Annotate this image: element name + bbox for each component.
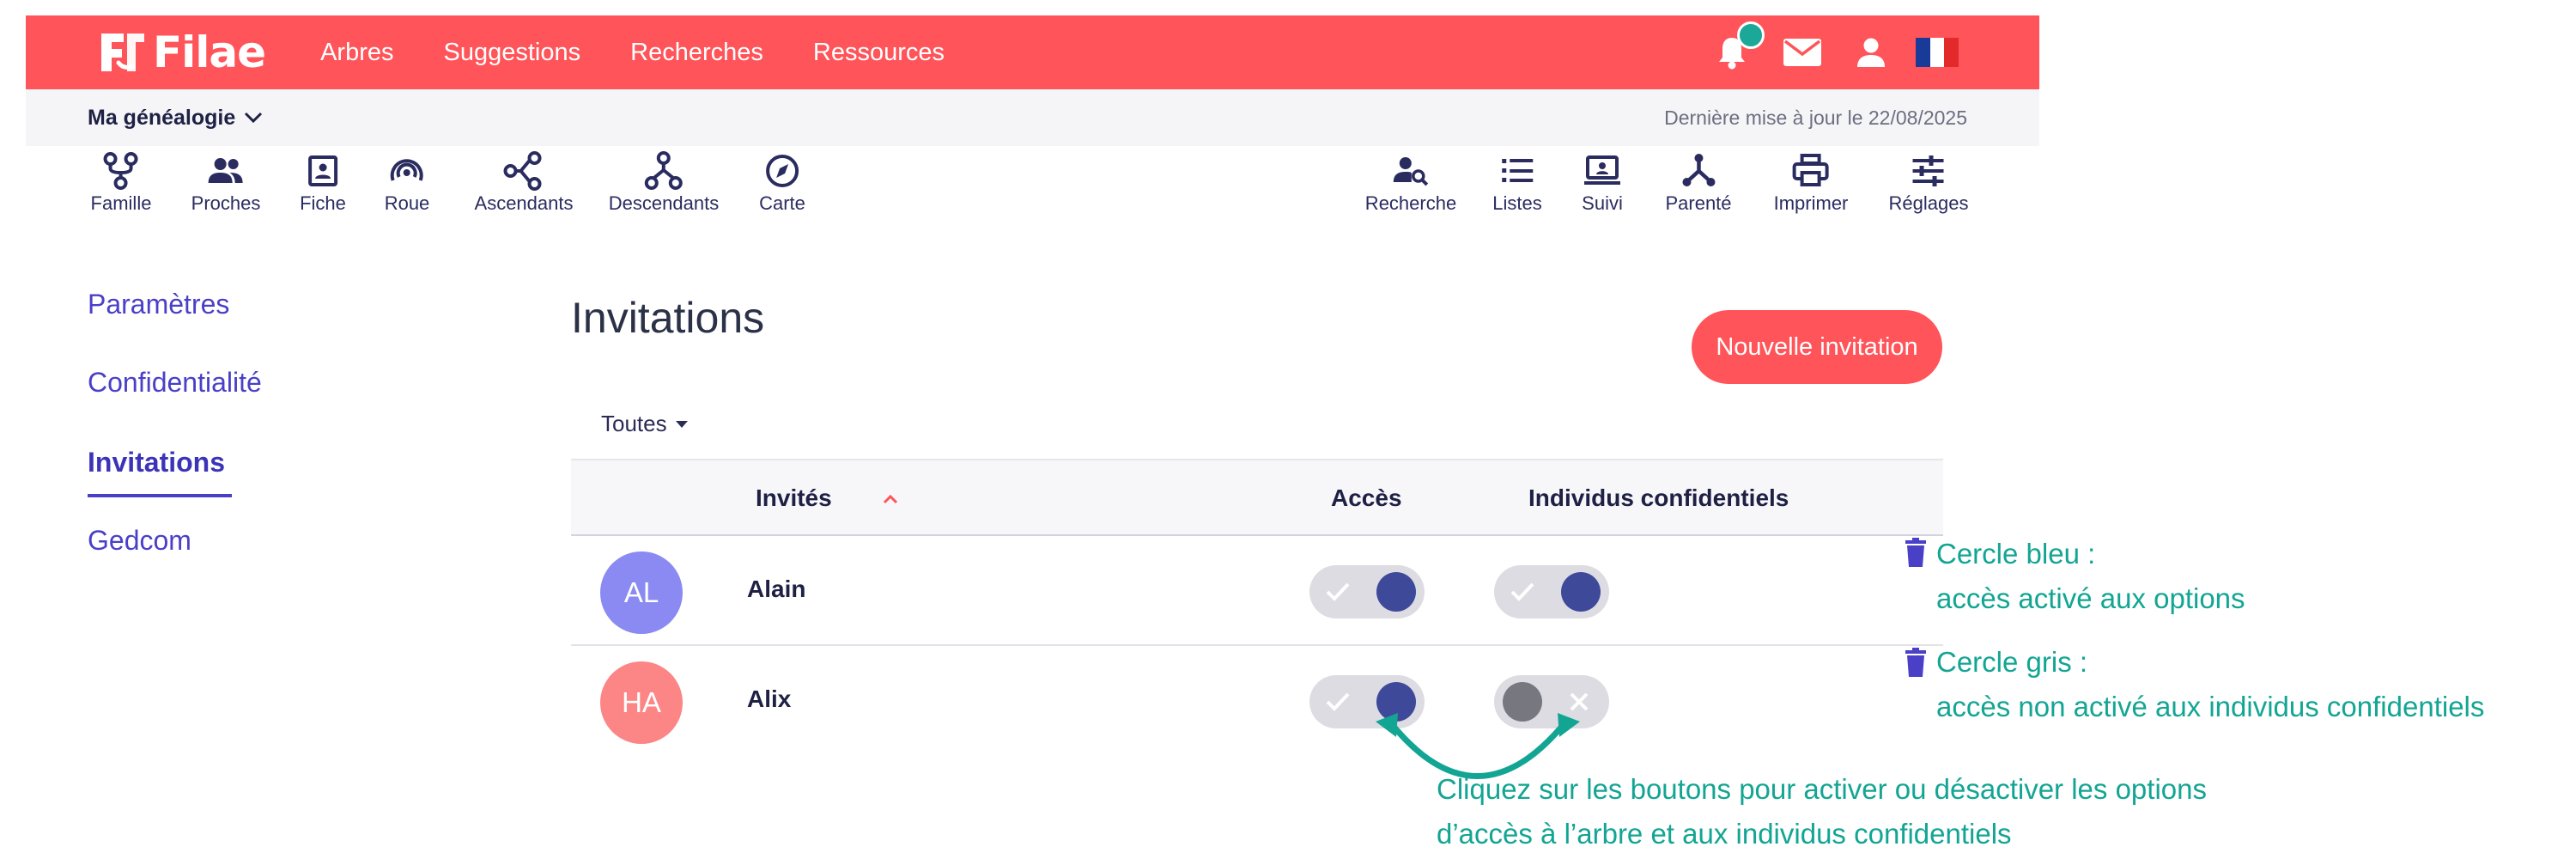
tool-descendants[interactable]: Descendants — [609, 149, 719, 215]
tree-selector[interactable]: Ma généalogie — [88, 106, 263, 131]
access-toggle[interactable] — [1309, 565, 1425, 618]
tool-suivi[interactable]: Suivi — [1581, 149, 1624, 215]
chevron-down-icon — [245, 112, 263, 124]
annotation-click-line2: d’accès à l’arbre et aux individus confi… — [1437, 818, 2012, 850]
tool-label: Imprimer — [1773, 192, 1849, 214]
tool-label: Fiche — [300, 192, 346, 214]
sidebar-item-parametres[interactable]: Paramètres — [88, 289, 229, 320]
main-nav: Arbres Suggestions Recherches Ressources — [320, 39, 994, 67]
monitor-icon — [1584, 155, 1620, 185]
invitations-table: Invités Accès Individus confidentiels AL… — [571, 459, 1943, 754]
tool-label: Ascendants — [474, 192, 574, 214]
toggle-knob — [1561, 572, 1601, 612]
nav-ressources[interactable]: Ressources — [813, 39, 945, 67]
kinship-icon — [1682, 154, 1715, 186]
user-icon[interactable] — [1856, 37, 1886, 68]
tool-carte[interactable]: Carte — [759, 149, 805, 215]
trash-icon[interactable] — [1905, 648, 1927, 677]
avatar: HA — [600, 661, 683, 744]
last-update-text: Dernière mise à jour le 22/08/2025 — [1664, 106, 1967, 129]
active-item-underline — [88, 494, 232, 497]
trash-icon[interactable] — [1905, 538, 1927, 567]
tree-tools-row: Famille Proches Fiche Roue Ascendants De… — [26, 146, 2039, 232]
wheel-icon — [391, 159, 423, 181]
nav-arbres[interactable]: Arbres — [320, 39, 393, 67]
annotation-grey-desc: accès non activé aux individus confident… — [1936, 691, 2485, 722]
tool-label: Listes — [1492, 192, 1542, 214]
tool-recherche[interactable]: Recherche — [1365, 149, 1456, 215]
tree-selector-label: Ma généalogie — [88, 105, 236, 130]
page-title: Invitations — [571, 294, 765, 342]
tree-subbar: Ma généalogie Dernière mise à jour le 22… — [26, 89, 2039, 146]
annotation-blue-title: Cercle bleu : — [1936, 538, 2096, 570]
compass-icon — [765, 155, 799, 187]
annotation-blue-desc: accès activé aux options — [1936, 582, 2245, 614]
profile-card-icon — [307, 155, 337, 186]
tool-label: Recherche — [1364, 192, 1457, 214]
guest-name: Alix — [747, 685, 792, 712]
tool-label: Carte — [759, 192, 805, 214]
tool-fiche[interactable]: Fiche — [300, 149, 346, 215]
tool-listes[interactable]: Listes — [1492, 149, 1542, 215]
filter-label: Toutes — [601, 411, 667, 436]
top-navigation-bar: Filae Arbres Suggestions Recherches Ress… — [26, 15, 2039, 89]
table-header: Invités Accès Individus confidentiels — [571, 459, 1943, 536]
tool-famille[interactable]: Famille — [90, 149, 152, 215]
filae-logo[interactable]: Filae — [98, 27, 266, 77]
table-row: AL Alain — [571, 536, 1943, 646]
sidebar-item-confidentialite[interactable]: Confidentialité — [88, 367, 262, 399]
caret-down-icon — [675, 420, 688, 428]
column-header-guests[interactable]: Invités — [756, 484, 832, 512]
toggle-knob — [1376, 572, 1416, 612]
tool-roue[interactable]: Roue — [384, 149, 430, 215]
new-invitation-button[interactable]: Nouvelle invitation — [1692, 310, 1942, 384]
tool-imprimer[interactable]: Imprimer — [1773, 149, 1849, 215]
annotation-grey-title: Cercle gris : — [1936, 646, 2088, 678]
nav-recherches[interactable]: Recherches — [630, 39, 763, 67]
tool-proches[interactable]: Proches — [191, 149, 261, 215]
french-flag-icon[interactable] — [1916, 38, 1959, 67]
person-search-icon — [1393, 157, 1429, 186]
avatar: AL — [600, 551, 683, 634]
guest-name: Alain — [747, 576, 806, 602]
brand-name: Filae — [153, 27, 266, 77]
tool-label: Parenté — [1665, 192, 1732, 214]
tool-label: Famille — [90, 192, 152, 214]
tool-label: Proches — [191, 192, 261, 214]
tool-label: Réglages — [1888, 192, 1969, 214]
descendants-icon — [644, 151, 683, 190]
tool-ascendants[interactable]: Ascendants — [474, 149, 574, 215]
family-icon — [104, 152, 138, 190]
filter-dropdown[interactable]: Toutes — [601, 411, 688, 437]
people-icon — [209, 158, 243, 183]
tool-label: Suivi — [1582, 192, 1623, 214]
top-icons — [1691, 15, 1959, 89]
settings-sliders-icon — [1912, 155, 1944, 186]
column-header-access: Accès — [1331, 484, 1402, 511]
check-icon — [1326, 582, 1350, 601]
sidebar-item-invitations[interactable]: Invitations — [88, 447, 225, 478]
filae-app: Filae Arbres Suggestions Recherches Ress… — [26, 15, 2039, 744]
bell-icon[interactable] — [1716, 21, 1765, 70]
filae-logo-mark-icon — [101, 34, 144, 71]
notification-dot — [1737, 21, 1765, 49]
check-icon — [1326, 692, 1350, 711]
confidential-toggle[interactable] — [1494, 565, 1609, 618]
mail-icon[interactable] — [1783, 39, 1821, 66]
table-row: HA Alix — [571, 646, 1943, 754]
sort-ascending-icon[interactable] — [882, 493, 899, 505]
nav-suggestions[interactable]: Suggestions — [444, 39, 581, 67]
annotation-click-line1: Cliquez sur les boutons pour activer ou … — [1437, 773, 2207, 805]
tool-label: Descendants — [608, 192, 720, 214]
column-header-confidential: Individus confidentiels — [1528, 484, 1789, 511]
print-icon — [1793, 154, 1829, 186]
ascendants-icon — [504, 151, 542, 191]
sidebar-item-gedcom[interactable]: Gedcom — [88, 525, 191, 557]
list-icon — [1501, 159, 1533, 182]
check-icon — [1510, 582, 1534, 601]
tool-reglages[interactable]: Réglages — [1888, 149, 1969, 215]
tool-parente[interactable]: Parenté — [1665, 149, 1732, 215]
tool-label: Roue — [384, 192, 430, 214]
